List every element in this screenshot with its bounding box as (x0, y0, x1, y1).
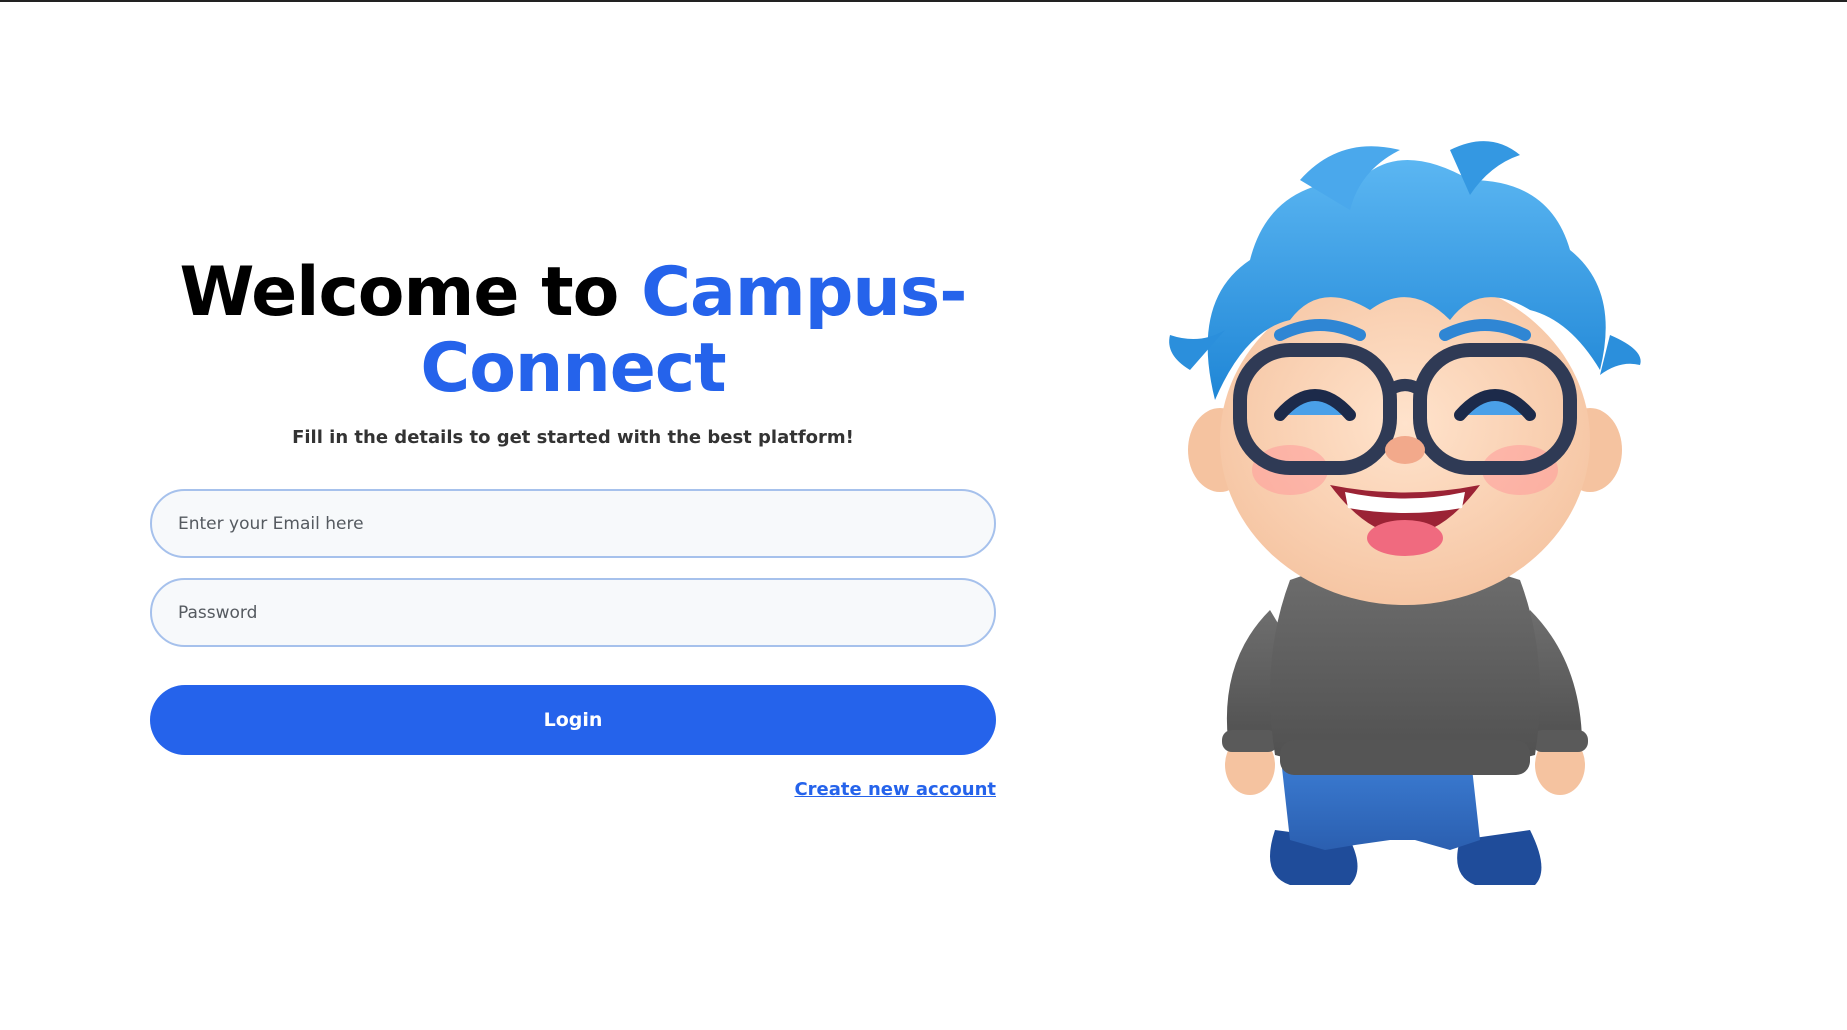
login-button[interactable]: Login (150, 685, 996, 755)
create-account-row: Create new account (150, 779, 996, 800)
page-subtitle: Fill in the details to get started with … (292, 427, 854, 448)
password-input[interactable] (150, 578, 996, 647)
cartoon-boy-mascot-icon (1169, 141, 1641, 885)
title-prefix: Welcome to (179, 253, 642, 332)
login-page: Welcome to Campus-Connect Fill in the de… (0, 0, 1847, 1030)
login-form-panel: Welcome to Campus-Connect Fill in the de… (150, 255, 996, 800)
page-title: Welcome to Campus-Connect (150, 255, 996, 407)
email-input[interactable] (150, 489, 996, 558)
create-account-link[interactable]: Create new account (794, 779, 996, 800)
